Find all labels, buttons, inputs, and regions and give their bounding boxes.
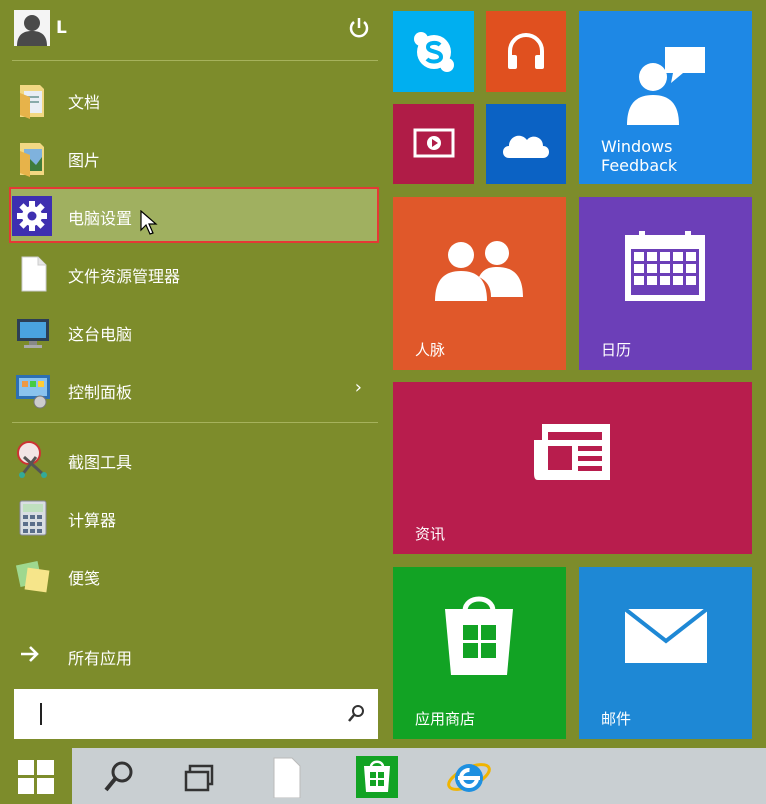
- power-icon[interactable]: [346, 15, 372, 41]
- menu-item-calculator[interactable]: 计算器: [10, 490, 378, 544]
- mouse-cursor-icon: [140, 209, 158, 240]
- menu-item-snipping-tool[interactable]: 截图工具: [10, 432, 378, 486]
- tile-label: 资讯: [415, 525, 446, 543]
- menu-item-label: 图片: [68, 151, 101, 170]
- onedrive-cloud-icon: [499, 126, 553, 166]
- calendar-icon: [623, 231, 707, 307]
- control-panel-icon: [14, 371, 52, 409]
- this-pc-icon: [14, 313, 52, 351]
- search-icon[interactable]: [98, 756, 140, 798]
- mail-envelope-icon: [623, 607, 709, 669]
- video-icon: [413, 128, 455, 164]
- tile-label-line1: Windows: [601, 137, 673, 156]
- start-menu: L 文档 图片 电脑设置 文件资源管理器 这台电脑 控制面板 › 截图工具 计算…: [0, 0, 766, 748]
- menu-item-label: 便笺: [68, 569, 101, 588]
- tile-music[interactable]: [486, 11, 566, 92]
- search-icon[interactable]: [348, 704, 366, 726]
- sticky-notes-icon: [14, 557, 52, 595]
- settings-gear-icon: [12, 196, 52, 236]
- store-bag-icon: [439, 591, 519, 681]
- menu-item-documents[interactable]: 文档: [10, 72, 378, 126]
- search-input[interactable]: [14, 689, 378, 739]
- user-avatar-icon: [14, 10, 50, 46]
- tile-mail[interactable]: 邮件: [579, 567, 752, 739]
- tile-video[interactable]: [393, 104, 474, 184]
- menu-item-label: 这台电脑: [68, 325, 133, 344]
- news-icon: [532, 420, 612, 488]
- user-name: L: [56, 18, 67, 38]
- feedback-person-icon: [623, 45, 709, 129]
- menu-item-label: 文档: [68, 93, 101, 112]
- tile-store[interactable]: 应用商店: [393, 567, 566, 739]
- file-icon[interactable]: [266, 756, 308, 799]
- skype-icon: [413, 31, 455, 77]
- menu-item-sticky-notes[interactable]: 便笺: [10, 548, 378, 602]
- arrow-right-icon: [18, 642, 42, 666]
- taskbar: [0, 748, 766, 804]
- menu-item-this-pc[interactable]: 这台电脑: [10, 304, 378, 358]
- tile-label: 人脉: [415, 341, 446, 359]
- menu-item-label: 控制面板: [68, 383, 133, 402]
- tile-label: Windows Feedback: [601, 137, 677, 175]
- tile-news[interactable]: 资讯: [393, 382, 752, 554]
- tile-people[interactable]: 人脉: [393, 197, 566, 370]
- pictures-folder-icon: [14, 139, 52, 177]
- store-icon[interactable]: [356, 756, 398, 798]
- windows-logo-icon: [18, 760, 54, 798]
- all-apps-label: 所有应用: [68, 649, 133, 668]
- tile-windows-feedback[interactable]: Windows Feedback: [579, 11, 752, 184]
- file-explorer-icon: [14, 255, 52, 293]
- tile-label: 邮件: [601, 710, 632, 728]
- tile-calendar[interactable]: 日历: [579, 197, 752, 370]
- menu-item-control-panel[interactable]: 控制面板 ›: [10, 362, 378, 416]
- people-icon: [431, 237, 527, 305]
- documents-folder-icon: [14, 81, 52, 119]
- snipping-tool-icon: [14, 441, 52, 479]
- tile-label: 应用商店: [415, 710, 476, 728]
- tile-skype[interactable]: [393, 11, 474, 92]
- headphones-icon: [504, 29, 548, 77]
- divider: [12, 60, 378, 61]
- menu-item-file-explorer[interactable]: 文件资源管理器: [10, 246, 378, 300]
- menu-item-label: 计算器: [68, 511, 117, 530]
- tile-label-line2: Feedback: [601, 156, 678, 175]
- divider: [12, 422, 378, 423]
- all-apps-button[interactable]: 所有应用: [10, 628, 378, 682]
- chevron-right-icon[interactable]: ›: [355, 377, 362, 398]
- user-account[interactable]: L: [12, 10, 382, 48]
- menu-item-pc-settings[interactable]: 电脑设置: [9, 187, 379, 243]
- task-view-icon[interactable]: [180, 756, 222, 798]
- tile-label: 日历: [601, 341, 632, 359]
- menu-item-label: 电脑设置: [68, 209, 133, 228]
- calculator-icon: [14, 499, 52, 537]
- start-button[interactable]: [0, 748, 72, 804]
- text-caret: [40, 703, 42, 725]
- menu-item-label: 文件资源管理器: [68, 267, 181, 286]
- internet-explorer-icon[interactable]: [446, 756, 492, 798]
- menu-item-label: 截图工具: [68, 453, 133, 472]
- menu-item-pictures[interactable]: 图片: [10, 130, 378, 184]
- tile-onedrive[interactable]: [486, 104, 566, 184]
